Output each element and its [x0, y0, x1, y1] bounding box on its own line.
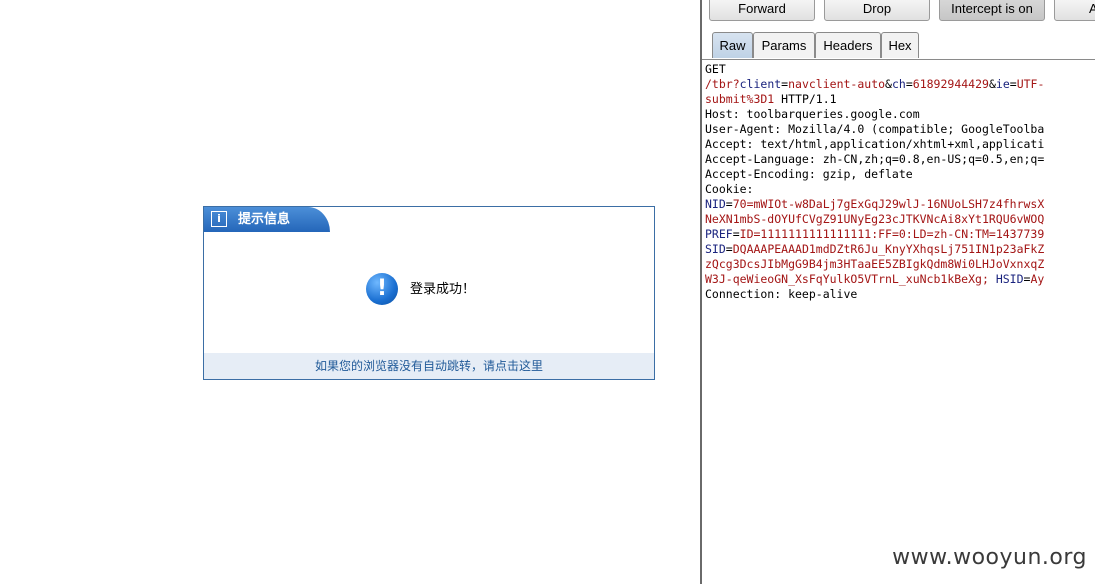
- notice-header: i 提示信息: [204, 207, 330, 232]
- http-version: HTTP/1.1: [774, 92, 837, 106]
- request-line-method: GET: [705, 62, 726, 76]
- header-cookie: Cookie:: [705, 182, 754, 196]
- tab-headers[interactable]: Headers: [815, 32, 881, 58]
- redirect-link[interactable]: 如果您的浏览器没有自动跳转，请点击这里: [315, 359, 543, 373]
- header-user-agent: User-Agent: Mozilla/4.0 (compatible; Goo…: [705, 122, 1045, 136]
- forward-button[interactable]: Forward: [709, 0, 815, 21]
- message-tabs: Raw Params Headers Hex: [702, 31, 1095, 60]
- cookie-value: Ay: [1030, 272, 1045, 286]
- info-icon: i: [211, 211, 227, 227]
- proxy-intercept-panel: Forward Drop Intercept is on A Raw Param…: [700, 0, 1095, 584]
- cookie-value: 70=mWIOt-w8DaLj7gExGqJ29wlJ-16NUoLSH7z4f…: [732, 197, 1045, 211]
- tab-hex[interactable]: Hex: [881, 32, 919, 58]
- request-path: /tbr?: [705, 77, 740, 91]
- cookie-key: SID: [705, 242, 726, 256]
- exclamation-icon: !: [366, 273, 398, 305]
- cookie-value: NeXN1mbS-dOYUfCVgZ91UNyEg23cJTKVNcAi8xYt…: [705, 212, 1045, 226]
- param-value: navclient-auto: [788, 77, 886, 91]
- cookie-value: zQcg3DcsJIbMgG9B4jm3HTaaEE5ZBIgkQdm8Wi0L…: [705, 257, 1045, 271]
- header-host: Host: toolbarqueries.google.com: [705, 107, 920, 121]
- action-button[interactable]: A: [1054, 0, 1095, 21]
- header-connection: Connection: keep-alive: [705, 287, 858, 301]
- header-accept: Accept: text/html,application/xhtml+xml,…: [705, 137, 1045, 151]
- header-accept-encoding: Accept-Encoding: gzip, deflate: [705, 167, 913, 181]
- cookie-key: HSID: [995, 272, 1024, 286]
- raw-request-editor[interactable]: GET /tbr?client=navclient-auto&ch=618929…: [705, 62, 1095, 312]
- login-success-message: 登录成功！: [410, 282, 476, 297]
- cookie-key: PREF: [705, 227, 733, 241]
- tab-params[interactable]: Params: [753, 32, 815, 58]
- notice-body: ! 登录成功！: [204, 233, 654, 351]
- tab-raw[interactable]: Raw: [712, 32, 753, 58]
- param-key: ch: [891, 77, 906, 91]
- drop-button[interactable]: Drop: [824, 0, 930, 21]
- param-value: 61892944429: [912, 77, 989, 91]
- cookie-value: DQAAAPEAAAD1mdDZtR6Ju_KnyYXhqsLj751IN1p2…: [732, 242, 1045, 256]
- notice-footer: 如果您的浏览器没有自动跳转，请点击这里: [204, 353, 654, 379]
- notice-title: 提示信息: [238, 212, 291, 227]
- watermark: www.wooyun.org: [892, 545, 1087, 570]
- param-value: UTF-: [1016, 77, 1045, 91]
- cookie-key: NID: [705, 197, 726, 211]
- param-key: client: [739, 77, 782, 91]
- param-value: submit%3D1: [705, 92, 775, 106]
- intercept-toggle-button[interactable]: Intercept is on: [939, 0, 1045, 21]
- param-key: ie: [995, 77, 1010, 91]
- cookie-value: ID=1111111111111111:FF=0:LD=zh-CN:TM=143…: [739, 227, 1045, 241]
- notice-dialog: i 提示信息 ! 登录成功！ 如果您的浏览器没有自动跳转，请点击这里: [203, 206, 655, 380]
- cookie-value: W3J-qeWieoGN_XsFqYulkO5VTrnL_xuNcb1kBeXg…: [705, 272, 989, 286]
- intercept-toolbar: Forward Drop Intercept is on A: [702, 0, 1095, 26]
- header-accept-language: Accept-Language: zh-CN,zh;q=0.8,en-US;q=…: [705, 152, 1045, 166]
